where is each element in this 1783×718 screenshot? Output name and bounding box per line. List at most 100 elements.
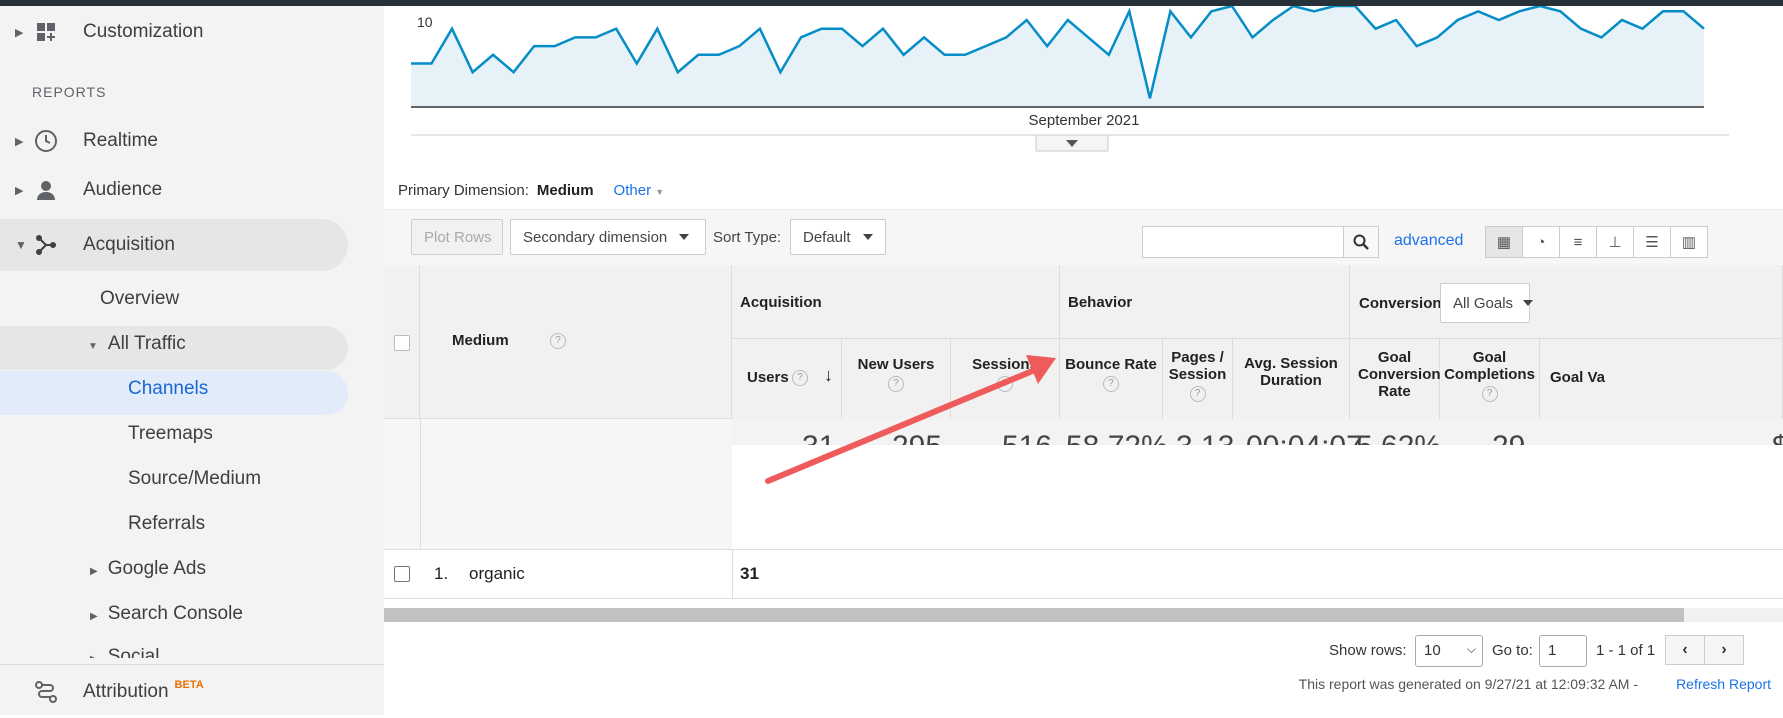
comparison-view-icon[interactable]: ⊥: [1596, 226, 1634, 258]
column-pages-session[interactable]: Pages / Session?: [1163, 339, 1233, 419]
column-bounce-rate[interactable]: Bounce Rate?: [1060, 339, 1163, 419]
medium-header[interactable]: Medium ?: [420, 265, 732, 419]
sidebar-item-treemaps[interactable]: Treemaps: [128, 423, 213, 445]
horizontal-scrollbar[interactable]: [384, 608, 1783, 622]
person-icon: [32, 176, 60, 204]
help-icon[interactable]: ?: [1103, 376, 1119, 392]
column-label: Goal Completions: [1444, 349, 1535, 383]
chevron-down-icon: ⌵: [1466, 642, 1476, 656]
help-icon[interactable]: ?: [1189, 386, 1206, 402]
pagination-range: 1 - 1 of 1: [1596, 642, 1656, 659]
performance-view-icon[interactable]: ≡: [1559, 226, 1597, 258]
pie-view-icon[interactable]: ◔: [1522, 226, 1560, 258]
sidebar-item-label: Attribution BETA: [83, 679, 204, 703]
help-icon[interactable]: ?: [550, 333, 566, 349]
prev-page-button[interactable]: ‹: [1665, 635, 1705, 665]
sidebar-item-acquisition[interactable]: ▼ Acquisition: [0, 219, 348, 271]
sidebar-item-label: Google Ads: [107, 558, 206, 579]
caret-right-icon: ▶: [90, 654, 98, 658]
column-sessions[interactable]: Sessions?: [951, 339, 1060, 419]
table-view-icon[interactable]: ▦: [1485, 226, 1523, 258]
summary-users: 31: [802, 430, 836, 447]
acquisition-group-header: Acquisition: [732, 265, 1060, 339]
table-search-input[interactable]: [1142, 226, 1344, 258]
row-medium-link[interactable]: organic: [469, 564, 525, 584]
other-label: Other: [613, 182, 652, 199]
help-icon[interactable]: ?: [997, 376, 1013, 392]
row-index: 1.: [434, 564, 449, 583]
sidebar-divider: [0, 664, 384, 665]
column-label: Goal Va: [1550, 369, 1606, 386]
summary-goal-value: $: [1772, 430, 1783, 447]
sidebar-item-all-traffic[interactable]: ▼ All Traffic: [88, 333, 186, 355]
column-goal-value[interactable]: Goal Va: [1540, 339, 1783, 419]
plot-rows-button[interactable]: Plot Rows: [411, 219, 503, 255]
advanced-filter-link[interactable]: advanced: [1394, 232, 1463, 250]
sidebar-item-source-medium[interactable]: Source/Medium: [128, 468, 261, 490]
table-row[interactable]: 1. organic 31: [384, 549, 1783, 599]
sort-type-dropdown[interactable]: Default: [790, 219, 886, 255]
medium-header-label: Medium: [452, 332, 509, 349]
sidebar-item-referrals[interactable]: Referrals: [128, 513, 205, 535]
help-icon[interactable]: ?: [1481, 386, 1498, 402]
next-page-button[interactable]: ›: [1704, 635, 1744, 665]
search-button[interactable]: [1343, 226, 1379, 258]
scrollbar-thumb[interactable]: [384, 608, 1684, 622]
chevron-down-icon: ▼: [655, 187, 665, 197]
summary-avg-duration: 00:04:07: [1246, 430, 1363, 447]
column-label: Pages / Session: [1168, 349, 1227, 383]
sidebar-item-label: Social: [107, 646, 160, 658]
show-rows-label: Show rows:: [1329, 642, 1407, 659]
behavior-header-label: Behavior: [1068, 294, 1133, 311]
sidebar-item-label: Customization: [83, 21, 204, 42]
refresh-report-link[interactable]: Refresh Report: [1676, 676, 1771, 692]
show-rows-select[interactable]: 10 ⌵: [1415, 635, 1483, 667]
column-new-users[interactable]: New Users?: [842, 339, 951, 419]
sidebar-nav: ▶ Customization REPORTS ▶ Realtime ▶ Aud…: [0, 6, 384, 715]
pivot-view-icon[interactable]: ▥: [1670, 226, 1708, 258]
help-icon[interactable]: ?: [888, 376, 904, 392]
attribution-path-icon: [32, 678, 60, 706]
sidebar-item-label: Search Console: [107, 603, 243, 624]
clock-icon: [32, 127, 60, 155]
column-goal-conversion-rate[interactable]: Goal Conversion Rate: [1350, 339, 1441, 419]
sidebar-item-search-console[interactable]: ▶ Search Console: [90, 603, 243, 625]
summary-redaction: [732, 445, 1783, 549]
conversions-group-header: Conversions All Goals: [1350, 265, 1783, 339]
sidebar-item-google-ads[interactable]: ▶ Google Ads: [90, 558, 206, 580]
column-avg-session-duration[interactable]: Avg. Session Duration: [1233, 339, 1350, 419]
column-goal-completions[interactable]: Goal Completions?: [1440, 339, 1540, 419]
caret-right-icon: ▶: [15, 135, 24, 148]
main-content: 10 September 2021 Primary Dimension: Medi…: [384, 4, 1783, 715]
sidebar-item-overview[interactable]: Overview: [100, 288, 179, 310]
primary-dimension-other[interactable]: Other ▼: [614, 182, 665, 199]
column-users[interactable]: Users ? ↓: [732, 339, 842, 419]
term-cloud-view-icon[interactable]: ☰: [1633, 226, 1671, 258]
row-redaction: [764, 558, 1783, 590]
cell-divider: [732, 550, 733, 598]
sidebar-item-social[interactable]: ▶ Social: [90, 646, 159, 658]
sidebar-item-channels[interactable]: Channels: [128, 378, 208, 400]
chevron-right-icon: ›: [1721, 641, 1727, 658]
acquisition-header-label: Acquisition: [740, 294, 822, 311]
acquisition-fork-icon: [32, 231, 60, 259]
column-label: Bounce Rate: [1065, 356, 1157, 373]
view-toggle-group: ▦ ◔ ≡ ⊥ ☰ ▥: [1485, 226, 1708, 258]
select-all-checkbox[interactable]: [394, 335, 410, 351]
summary-sessions: 516: [1002, 430, 1053, 447]
sort-type-value: Default: [803, 228, 851, 246]
primary-dimension-row: Primary Dimension: Medium Other ▼: [398, 182, 664, 199]
primary-dimension-medium[interactable]: Medium: [537, 182, 594, 199]
chevron-down-icon: [1523, 300, 1534, 306]
sidebar-item-label: Realtime: [83, 130, 158, 151]
column-label: Avg. Session Duration: [1244, 355, 1338, 389]
summary-values: 31 295 516 58.72% 3.13 00:04:07 5.62% 29…: [732, 419, 1783, 549]
help-icon[interactable]: ?: [792, 370, 808, 386]
sort-descending-icon[interactable]: ↓: [824, 365, 833, 386]
show-rows-value: 10: [1424, 642, 1441, 659]
goto-input[interactable]: 1: [1539, 635, 1587, 667]
chart-svg: 10 September 2021: [411, 4, 1729, 152]
row-checkbox[interactable]: [394, 566, 410, 582]
goals-dropdown[interactable]: All Goals: [1440, 283, 1534, 323]
secondary-dimension-dropdown[interactable]: Secondary dimension: [510, 219, 706, 255]
